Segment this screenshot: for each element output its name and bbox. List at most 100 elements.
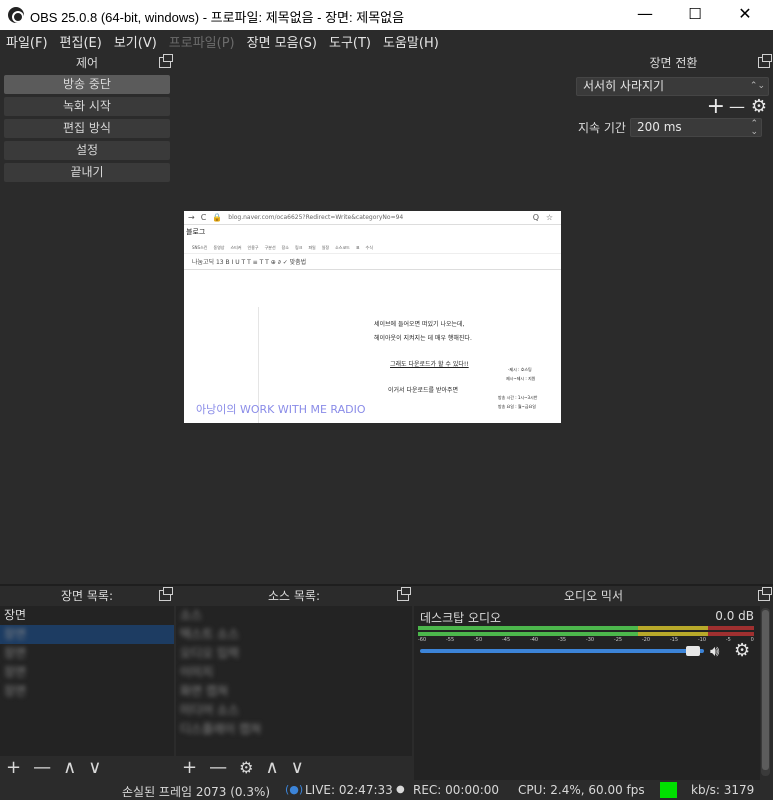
tick-label: -15 <box>669 637 679 643</box>
menu-profile[interactable]: 프로파일(P) <box>169 32 235 51</box>
source-list[interactable]: 소스 텍스트 소스 오디오 입력 이미지 화면 캡쳐 미디어 소스 디스플레이 … <box>176 606 412 756</box>
duration-input[interactable]: 200 ms ⌃ ⌄ <box>629 118 762 137</box>
tool-2: 스티커 <box>230 245 242 250</box>
source-item[interactable]: 이미지 <box>176 663 412 682</box>
scene-item-selected[interactable]: 장면 <box>0 625 174 644</box>
tick-label: -5 <box>725 637 731 643</box>
tool-4: 구분선 <box>264 245 276 250</box>
source-item[interactable]: 디스플레이 캡쳐 <box>176 720 412 739</box>
controls-title: 제어 <box>75 56 99 70</box>
source-item[interactable]: 미디어 소스 <box>176 701 412 720</box>
undock-icon[interactable] <box>159 54 173 68</box>
obs-logo-icon <box>8 7 24 23</box>
transition-select[interactable]: 서서히 사라지기 ⌃⌄ <box>576 77 769 96</box>
live-indicator-icon: (●) <box>285 783 304 796</box>
preview-canvas[interactable]: → C 🔒 blog.naver.com/oca6625?Redirect=Wr… <box>184 211 561 423</box>
volume-slider-handle[interactable] <box>685 646 700 656</box>
move-down-button[interactable]: ∨ <box>291 757 304 778</box>
radio-overlay-text: 아낭이의 WORK WITH ME RADIO <box>196 403 366 416</box>
blog-line-1: 세이브에 들어오면 떠있기 나오는데, <box>374 321 465 328</box>
sources-dock: 소스 목록: 소스 텍스트 소스 오디오 입력 이미지 화면 캡쳐 미디어 소스… <box>176 586 412 780</box>
tool-6: 링크 <box>295 245 303 250</box>
start-recording-button[interactable]: 녹화 시작 <box>4 97 170 116</box>
gear-icon[interactable]: ⚙ <box>734 640 750 661</box>
tool-1: 동영상 <box>213 245 225 250</box>
tool-10: 표 <box>355 245 360 250</box>
minimize-button[interactable]: — <box>622 0 668 30</box>
settings-button[interactable]: 설정 <box>4 141 170 160</box>
tool-5: 장소 <box>281 245 289 250</box>
source-settings-gear-icon[interactable]: ⚙ <box>239 758 253 777</box>
remove-transition-button[interactable]: — <box>729 97 745 116</box>
scenes-title: 장면 목록: <box>60 589 114 603</box>
scenes-dock-title: 장면 목록: <box>0 586 174 606</box>
track-name: 데스크탑 오디오 <box>420 611 502 625</box>
browser-url: blog.naver.com/oca6625?Redirect=Write&ca… <box>228 214 404 221</box>
sources-toolbar: + — ⚙ ∧ ∨ <box>176 757 304 778</box>
volume-slider[interactable] <box>420 646 704 656</box>
level-meter-top <box>418 626 754 630</box>
add-transition-button[interactable]: + <box>707 94 725 119</box>
studio-mode-button[interactable]: 편집 방식 <box>4 119 170 138</box>
scene-item[interactable]: 장면 <box>0 682 174 701</box>
source-item[interactable]: 화면 캡쳐 <box>176 682 412 701</box>
format-bar: 나눔고딕 13 B I U T T ≡ T T ⊕ ∂ ✓ 맞춤법 <box>184 254 561 270</box>
gear-icon[interactable]: ⚙ <box>751 96 767 117</box>
source-item[interactable]: 텍스트 소스 <box>176 625 412 644</box>
move-up-button[interactable]: ∧ <box>63 757 76 778</box>
duration-row: 지속 기간 200 ms ⌃ ⌄ <box>574 118 773 137</box>
scenes-toolbar: + — ∧ ∨ <box>0 757 101 778</box>
add-source-button[interactable]: + <box>182 757 197 778</box>
undock-icon[interactable] <box>159 587 173 601</box>
track-level: 0.0 dB <box>715 609 754 623</box>
scene-list-header: 장면 <box>4 608 27 622</box>
dropped-frames: 손실된 프레임 2073 (0.3%) <box>122 785 271 799</box>
source-item[interactable]: 소스 <box>176 606 412 625</box>
stop-streaming-button[interactable]: 방송 중단 <box>4 75 170 94</box>
blog-label: 블로그 <box>186 228 206 236</box>
remove-source-button[interactable]: — <box>209 757 227 778</box>
browser-address-bar: → C 🔒 blog.naver.com/oca6625?Redirect=Wr… <box>184 211 561 225</box>
close-button[interactable]: ✕ <box>722 0 768 30</box>
controls-dock-title: 제어 <box>0 53 174 73</box>
menu-edit[interactable]: 편집(E) <box>60 32 102 51</box>
tick-label: -50 <box>473 637 483 643</box>
undock-icon[interactable] <box>758 54 772 68</box>
maximize-button[interactable]: ☐ <box>672 0 718 30</box>
remove-scene-button[interactable]: — <box>33 757 51 778</box>
menu-help[interactable]: 도움말(H) <box>383 32 439 51</box>
scene-item[interactable]: 장면 <box>0 644 174 663</box>
source-item[interactable]: 오디오 입력 <box>176 644 412 663</box>
undock-icon[interactable] <box>758 587 772 601</box>
scene-list[interactable]: 장면 장면 장면 장면 장면 <box>0 606 174 756</box>
scene-item[interactable]: 장면 <box>0 663 174 682</box>
rec-time: REC: 00:00:00 <box>413 783 500 797</box>
rec-indicator-icon: ● <box>396 784 405 795</box>
tool-0: SNS스킨 <box>192 245 208 250</box>
tick-label: -45 <box>501 637 511 643</box>
tool-3: 인용구 <box>247 245 259 250</box>
exit-button[interactable]: 끝내기 <box>4 163 170 182</box>
menu-tools[interactable]: 도구(T) <box>329 32 371 51</box>
mixer-panel: 데스크탑 오디오 0.0 dB -60 -55 -50 -45 -40 -35 … <box>414 606 760 780</box>
transitions-dock: 장면 전환 서서히 사라지기 ⌃⌄ + — ⚙ 지속 기간 200 ms ⌃ ⌄ <box>574 53 773 584</box>
menu-bar: 파일(F) 편집(E) 보기(V) 프로파일(P) 장면 모음(S) 도구(T)… <box>0 30 773 52</box>
controls-dock: 제어 방송 중단 녹화 시작 편집 방식 설정 끝내기 <box>0 53 174 584</box>
menu-scene-collection[interactable]: 장면 모음(S) <box>247 32 317 51</box>
move-down-button[interactable]: ∨ <box>88 757 101 778</box>
add-scene-button[interactable]: + <box>6 757 21 778</box>
tool-9: 소스코드 <box>335 245 350 250</box>
menu-view[interactable]: 보기(V) <box>114 32 157 51</box>
menu-file[interactable]: 파일(F) <box>6 32 48 51</box>
mixer-scrollbar[interactable] <box>761 608 770 776</box>
tick-label: -60 <box>418 637 427 643</box>
tool-11: 수식 <box>365 245 373 250</box>
sources-title: 소스 목록: <box>267 589 321 603</box>
speaker-icon[interactable]: 🔊︎ <box>710 642 719 660</box>
spinner-icon[interactable]: ⌃ ⌄ <box>750 120 758 137</box>
move-up-button[interactable]: ∧ <box>265 757 278 778</box>
preview-area[interactable]: → C 🔒 blog.naver.com/oca6625?Redirect=Wr… <box>176 52 572 584</box>
dropdown-arrow-icon: ⌃⌄ <box>749 81 765 91</box>
duration-label: 지속 기간 <box>578 121 626 135</box>
undock-icon[interactable] <box>397 587 411 601</box>
